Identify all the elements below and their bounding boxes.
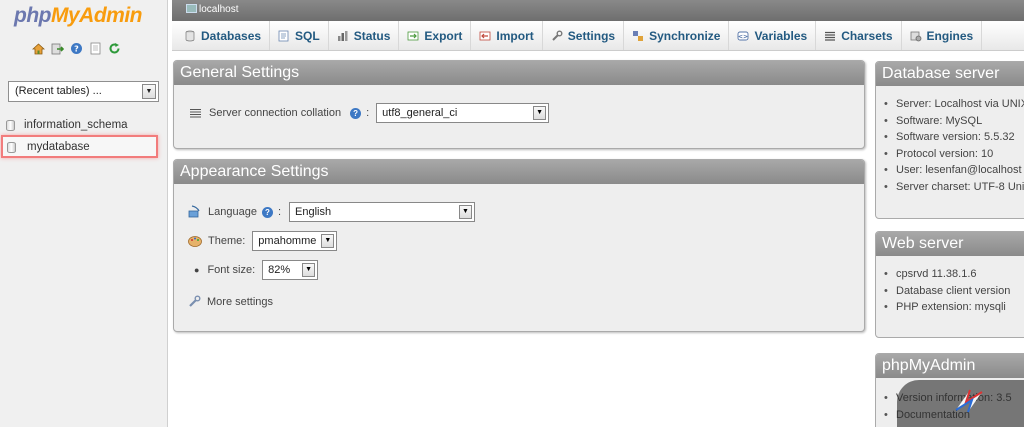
variables-icon: <> (738, 31, 749, 40)
list-item: Server charset: UTF-8 Unicode (884, 181, 1024, 198)
status-icon (337, 30, 348, 41)
export-icon (408, 31, 419, 40)
database-icon (7, 142, 16, 153)
list-item: Protocol version: 10 (884, 148, 1024, 165)
tab-synchronize[interactable]: Synchronize (624, 21, 730, 50)
list-item: Software version: 5.5.32 (884, 131, 1024, 148)
more-settings-row: More settings (188, 295, 273, 308)
top-menu-tabs: Databases SQL Status Export Import Setti… (172, 21, 1024, 51)
database-server-list: Server: Localhost via UNIX socket Softwa… (876, 86, 1024, 197)
navigation-pane: phpMyAdmin ? (Recent tables) ... ▼ infor… (0, 0, 168, 427)
databases-icon (185, 30, 195, 41)
breadcrumb: localhost (172, 0, 1024, 21)
chevron-down-icon: ▼ (321, 234, 335, 248)
language-icon (188, 205, 200, 218)
general-settings-title: General Settings (174, 61, 864, 85)
list-item: Database client version (884, 285, 1024, 302)
theme-label: Theme: (208, 235, 246, 247)
font-size-select[interactable]: 82% ▼ (262, 260, 319, 280)
exit-icon[interactable] (51, 42, 64, 55)
watermark-logo-icon (955, 389, 983, 413)
tab-variables[interactable]: <> Variables (729, 21, 817, 50)
help-icon[interactable]: ? (70, 42, 83, 55)
help-icon[interactable]: ? (261, 206, 273, 218)
font-size-label: Font size: (207, 264, 256, 276)
collation-select[interactable]: utf8_general_ci ▼ (376, 103, 550, 123)
tab-export[interactable]: Export (399, 21, 472, 50)
collation-row: Server connection collation ? : utf8_gen… (190, 103, 550, 123)
engines-icon (910, 31, 921, 41)
list-item: cpsrvd 11.38.1.6 (884, 268, 1024, 285)
language-label: Language (208, 206, 257, 218)
settings-icon (552, 30, 563, 41)
server-icon (186, 4, 197, 13)
list-item: User: lesenfan@localhost (884, 164, 1024, 181)
theme-palette-icon (188, 235, 202, 247)
import-icon (480, 31, 491, 40)
phpmyadmin-info-panel: phpMyAdmin Version information: 3.5 Docu… (875, 353, 1024, 427)
theme-select[interactable]: pmahomme ▼ (252, 231, 338, 251)
tab-sql[interactable]: SQL (270, 21, 329, 50)
list-item: PHP extension: mysqli (884, 301, 1024, 318)
phpmyadmin-info-title: phpMyAdmin (876, 354, 1024, 378)
tab-import[interactable]: Import (471, 21, 543, 50)
recent-tables-select[interactable]: (Recent tables) ... ▼ (8, 81, 159, 102)
theme-row: Theme: pmahomme ▼ (188, 231, 338, 251)
home-icon[interactable] (32, 42, 45, 55)
language-select[interactable]: English ▼ (289, 202, 476, 222)
appearance-settings-title: Appearance Settings (174, 160, 864, 184)
web-server-panel: Web server cpsrvd 11.38.1.6 Database cli… (875, 231, 1024, 338)
tab-charsets[interactable]: Charsets (816, 21, 902, 50)
tab-status[interactable]: Status (329, 21, 400, 50)
collation-icon (190, 108, 201, 118)
db-item-mydatabase[interactable]: mydatabase (1, 135, 158, 158)
phpmyadmin-info-list: Version information: 3.5 Documentation (876, 378, 1024, 425)
database-server-panel: Database server Server: Localhost via UN… (875, 61, 1024, 219)
breadcrumb-server[interactable]: localhost (199, 4, 238, 15)
chevron-down-icon: ▼ (302, 263, 316, 277)
svg-text:<>: <> (738, 33, 748, 40)
wrench-icon (189, 295, 201, 307)
tab-databases[interactable]: Databases (176, 21, 271, 50)
charsets-icon (825, 31, 836, 41)
synchronize-icon (633, 30, 644, 41)
general-settings-panel: General Settings Server connection colla… (173, 60, 865, 149)
docs-icon[interactable] (89, 42, 102, 55)
navigation-icons: ? (32, 42, 121, 55)
chevron-down-icon: ▼ (533, 106, 547, 120)
chevron-down-icon: ▼ (142, 84, 156, 99)
help-icon[interactable]: ? (350, 107, 362, 119)
tab-engines[interactable]: Engines (902, 21, 983, 50)
appearance-settings-panel: Appearance Settings Language ? : English… (173, 159, 865, 332)
list-item: Server: Localhost via UNIX socket (884, 98, 1024, 115)
reload-icon[interactable] (108, 42, 121, 55)
database-server-title: Database server (876, 62, 1024, 86)
list-item: Software: MySQL (884, 115, 1024, 132)
collation-label: Server connection collation (209, 107, 342, 119)
sql-icon (278, 30, 289, 41)
database-icon (6, 120, 15, 131)
chevron-down-icon: ▼ (459, 205, 473, 219)
web-server-list: cpsrvd 11.38.1.6 Database client version… (876, 256, 1024, 318)
language-row: Language ? : English ▼ (188, 202, 476, 222)
svg-text:?: ? (74, 45, 79, 54)
db-item-information-schema[interactable]: information_schema (0, 115, 160, 137)
font-size-row: ● Font size: 82% ▼ (194, 260, 319, 280)
more-settings-link[interactable]: More settings (207, 296, 273, 308)
phpmyadmin-logo[interactable]: phpMyAdmin (14, 4, 142, 28)
web-server-title: Web server (876, 232, 1024, 256)
tab-settings[interactable]: Settings (543, 21, 625, 50)
